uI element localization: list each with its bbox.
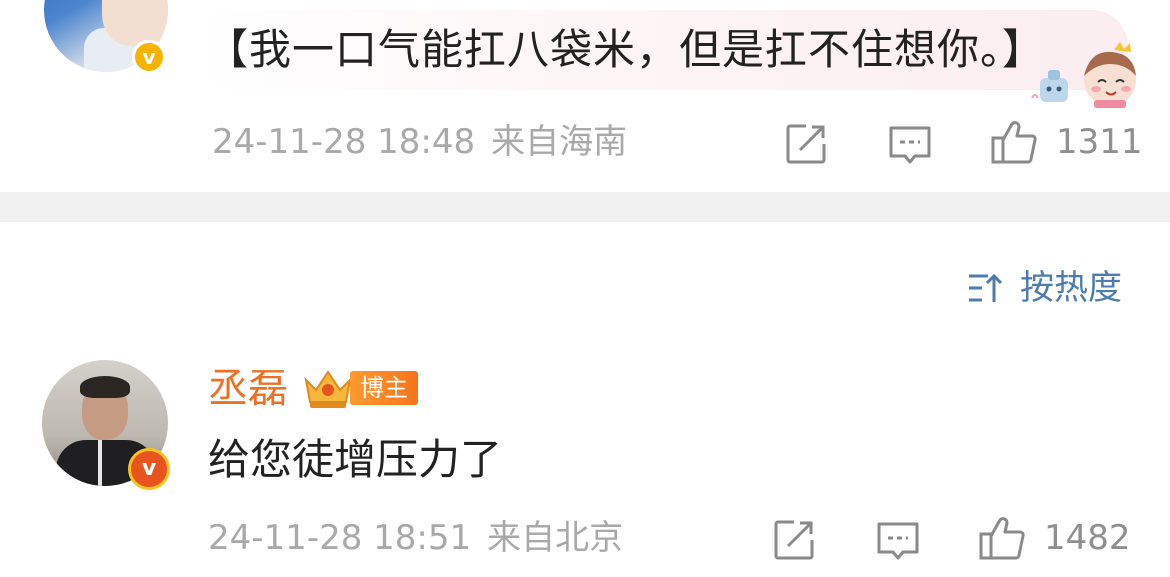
- avatar-face: [102, 0, 168, 46]
- share-icon[interactable]: [784, 122, 828, 166]
- like-count: 1311: [1056, 122, 1143, 162]
- post-quote-text: 【我一口气能扛八袋米，但是扛不住想你。】: [206, 25, 1046, 74]
- blogger-badge: 博主: [350, 371, 418, 405]
- timestamp: 24-11-28 18:48: [212, 122, 476, 162]
- verified-badge-icon: v: [128, 448, 170, 490]
- comment-icon[interactable]: [888, 124, 932, 168]
- timestamp: 24-11-28 18:51: [208, 518, 472, 558]
- thumbs-up-icon[interactable]: [978, 514, 1026, 562]
- top-post: v 【我一口气能扛八袋米，但是扛不住想你。】 24-11-28 18:48 来自海…: [0, 0, 1170, 192]
- location: 来自海南: [491, 122, 628, 162]
- avatar-zip: [98, 440, 102, 486]
- thumbs-up-icon[interactable]: [990, 118, 1038, 166]
- weibo-comment-page: v 【我一口气能扛八袋米，但是扛不住想你。】 24-11-28 18:48 来自海…: [0, 0, 1170, 577]
- comment-author[interactable]: 丞磊: [208, 364, 288, 414]
- sticker-icon: [1031, 42, 1136, 108]
- avatar-hair: [80, 376, 130, 398]
- comment-icon[interactable]: [876, 520, 920, 564]
- sort-icon: [969, 273, 1003, 302]
- location: 来自北京: [487, 518, 624, 558]
- verified-badge-icon: v: [132, 40, 166, 74]
- comment-text: 给您徒增压力了: [208, 435, 503, 484]
- crown-icon: [304, 370, 352, 408]
- comment-meta: 24-11-28 18:51 来自北京: [208, 518, 623, 558]
- section-divider: [0, 192, 1170, 222]
- share-icon[interactable]: [772, 518, 816, 562]
- post-meta: 24-11-28 18:48 来自海南: [212, 122, 627, 162]
- like-count: 1482: [1044, 518, 1131, 558]
- sort-label: 按热度: [1020, 268, 1122, 308]
